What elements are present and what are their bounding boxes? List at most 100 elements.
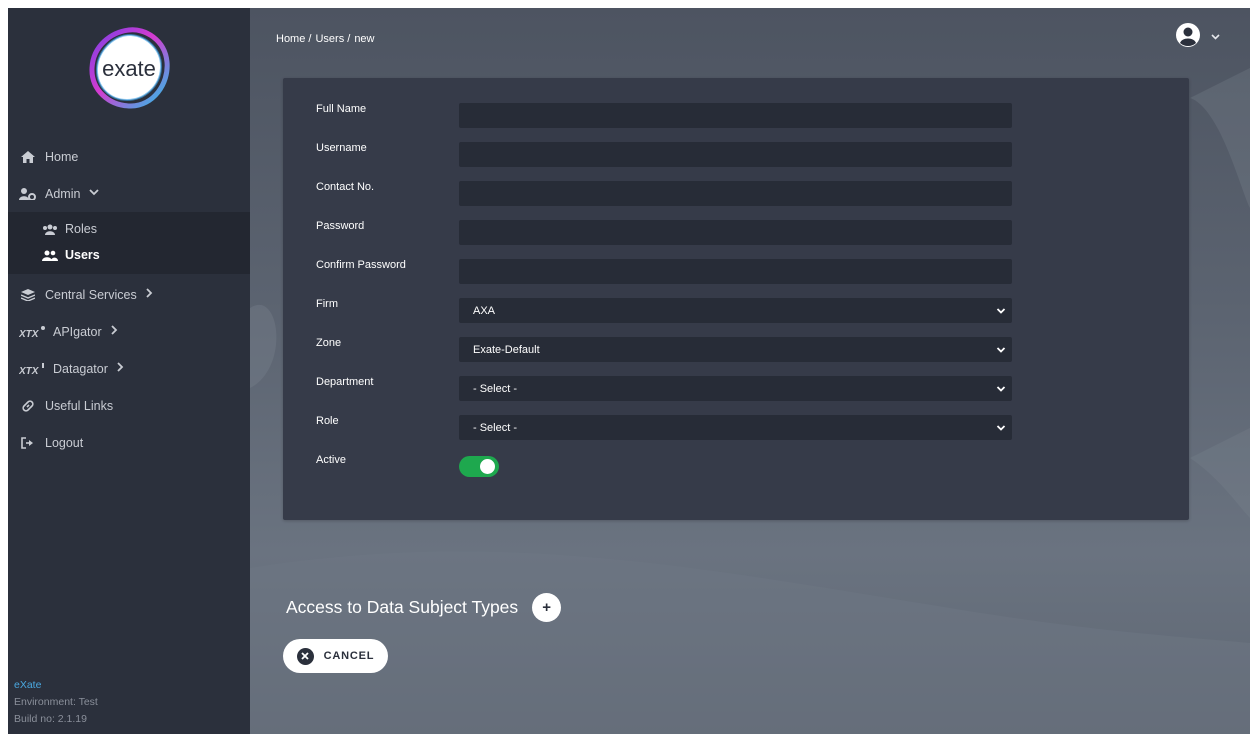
user-group-icon — [42, 223, 58, 235]
form-row-username: Username — [316, 141, 1013, 167]
breadcrumb-home[interactable]: Home / — [276, 33, 311, 45]
full-name-input[interactable] — [459, 102, 1012, 128]
password-label: Password — [316, 220, 365, 232]
chevron-down-icon — [1211, 32, 1220, 43]
department-select[interactable]: - Select - — [459, 375, 1012, 401]
breadcrumb-current: new — [354, 33, 375, 45]
sidebar-item-logout[interactable]: Logout — [8, 424, 250, 461]
firm-select-value: AXA — [459, 297, 1012, 323]
contact-no-input[interactable] — [459, 180, 1012, 206]
sidebar-item-datagator[interactable]: XTX Datagator — [8, 350, 250, 387]
confirm-password-label: Confirm Password — [316, 259, 406, 271]
firm-label: Firm — [316, 298, 338, 310]
department-label: Department — [316, 376, 374, 388]
role-label: Role — [316, 415, 339, 427]
sidebar-item-label: Logout — [45, 435, 84, 450]
username-input[interactable] — [459, 141, 1012, 167]
main-content: Home / Users / new Full Name Username Co… — [250, 8, 1250, 734]
role-select[interactable]: - Select - — [459, 414, 1012, 440]
chevron-down-icon — [996, 346, 1006, 353]
sidebar-subitem-label: Roles — [65, 222, 97, 236]
sidebar-item-label: Home — [45, 149, 79, 164]
sidebar: exate Home Admin Roles Users Central Ser… — [8, 8, 250, 734]
chevron-down-icon — [89, 188, 100, 199]
sidebar-nav: Home Admin Roles Users Central Services … — [8, 138, 250, 461]
user-menu[interactable] — [1175, 22, 1220, 53]
sidebar-item-users[interactable]: Users — [8, 242, 250, 268]
add-data-subject-type-button[interactable]: + — [532, 593, 562, 622]
form-row-firm: Firm AXA — [316, 297, 1013, 323]
chevron-right-icon — [111, 325, 118, 338]
contact-no-label: Contact No. — [316, 181, 375, 193]
form-row-full-name: Full Name — [316, 102, 1013, 128]
form-row-active: Active — [316, 453, 1013, 479]
cancel-button[interactable]: CANCEL — [283, 639, 388, 673]
confirm-password-input[interactable] — [459, 258, 1012, 284]
zone-label: Zone — [316, 337, 342, 349]
form-row-role: Role - Select - — [316, 414, 1013, 440]
chevron-down-icon — [996, 385, 1006, 392]
footer-environment: Environment: Test — [14, 696, 98, 708]
exate-logo-icon: exate — [89, 27, 170, 109]
access-section-header: Access to Data Subject Types + — [286, 593, 562, 622]
chevron-right-icon — [117, 362, 124, 375]
close-circle-icon — [296, 647, 314, 665]
cancel-button-label: CANCEL — [323, 650, 375, 662]
form-row-password: Password — [316, 219, 1013, 245]
department-select-value: - Select - — [459, 375, 1012, 401]
chevron-down-icon — [996, 424, 1006, 431]
plus-icon: + — [542, 599, 552, 616]
sidebar-item-label: Central Services — [45, 287, 137, 302]
link-icon — [19, 399, 37, 413]
user-avatar-icon — [1175, 22, 1201, 53]
sidebar-item-label: Datagator — [53, 361, 108, 376]
users-cog-icon — [19, 187, 37, 201]
user-form-card: Full Name Username Contact No. Password … — [283, 78, 1189, 520]
home-icon — [19, 150, 37, 164]
datagator-icon: XTX — [19, 362, 45, 376]
footer-build: Build no: 2.1.19 — [14, 713, 87, 725]
svg-text:XTX: XTX — [19, 329, 40, 338]
topbar: Home / Users / new — [250, 8, 1250, 68]
access-section-title: Access to Data Subject Types — [286, 597, 519, 617]
sidebar-item-label: Admin — [45, 186, 81, 201]
form-row-confirm-password: Confirm Password — [316, 258, 1013, 284]
form-row-department: Department - Select - — [316, 375, 1013, 401]
form-row-zone: Zone Exate-Default — [316, 336, 1013, 362]
svg-text:XTX: XTX — [19, 366, 40, 375]
full-name-label: Full Name — [316, 103, 367, 115]
sidebar-item-useful-links[interactable]: Useful Links — [8, 387, 250, 424]
sidebar-item-apigator[interactable]: XTX APIgator — [8, 313, 250, 350]
zone-select[interactable]: Exate-Default — [459, 336, 1012, 362]
chevron-right-icon — [146, 288, 153, 301]
apigator-icon: XTX — [19, 325, 45, 339]
zone-select-value: Exate-Default — [459, 336, 1012, 362]
sign-out-icon — [19, 436, 37, 450]
active-toggle[interactable] — [459, 455, 499, 477]
sidebar-item-label: Useful Links — [45, 398, 114, 413]
app-window: exate Home Admin Roles Users Central Ser… — [8, 8, 1250, 734]
firm-select[interactable]: AXA — [459, 297, 1012, 323]
sidebar-item-central-services[interactable]: Central Services — [8, 276, 250, 313]
breadcrumb-users[interactable]: Users / — [315, 33, 350, 45]
chevron-down-icon — [996, 307, 1006, 314]
sidebar-item-label: APIgator — [53, 324, 102, 339]
form-row-contact-no: Contact No. — [316, 180, 1013, 206]
layers-icon — [19, 288, 37, 302]
footer-brand: eXate — [14, 679, 42, 691]
sidebar-item-home[interactable]: Home — [8, 138, 250, 175]
logo[interactable]: exate — [8, 8, 250, 128]
role-select-value: - Select - — [459, 414, 1012, 440]
sidebar-footer: eXate Environment: Test Build no: 2.1.19 — [14, 677, 98, 728]
toggle-knob — [480, 458, 495, 474]
users-icon — [42, 249, 58, 261]
sidebar-item-roles[interactable]: Roles — [8, 216, 250, 242]
password-input[interactable] — [459, 219, 1012, 245]
sidebar-item-admin[interactable]: Admin — [8, 175, 250, 212]
username-label: Username — [316, 142, 367, 154]
logo-text: exate — [102, 56, 156, 81]
active-label: Active — [316, 454, 346, 466]
admin-submenu: Roles Users — [8, 212, 250, 274]
breadcrumb: Home / Users / new — [276, 33, 375, 45]
sidebar-subitem-label: Users — [65, 248, 100, 262]
